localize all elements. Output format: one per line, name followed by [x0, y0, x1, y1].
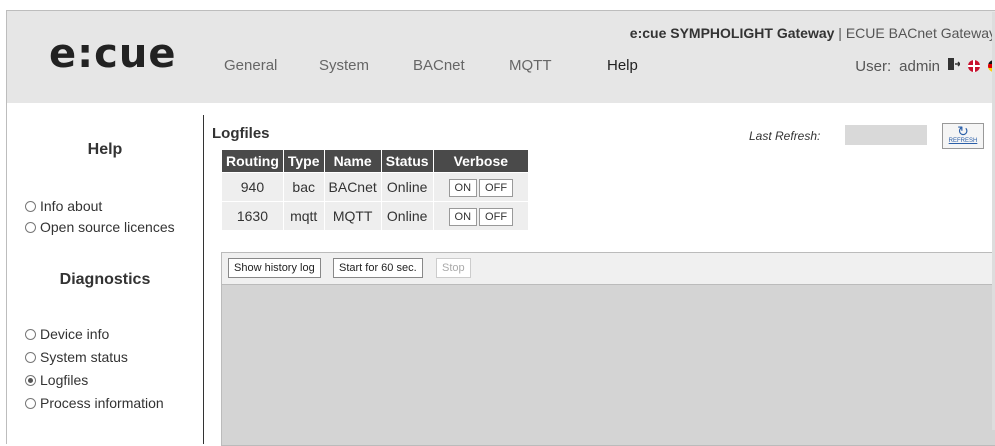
- verbose-off-button[interactable]: OFF: [479, 207, 514, 226]
- show-history-log-button[interactable]: Show history log: [228, 258, 321, 278]
- header: e:cue General System BACnet MQTT Help e:…: [7, 11, 995, 103]
- radio-icon: [25, 374, 36, 386]
- verbose-off-button[interactable]: OFF: [479, 178, 514, 197]
- table-row: 1630 mqtt MQTT Online ON OFF: [221, 201, 530, 231]
- cell-routing: 940: [221, 172, 284, 202]
- cell-verbose: ON OFF: [432, 201, 530, 231]
- radio-label: Process information: [40, 395, 164, 411]
- nav-system[interactable]: System: [319, 57, 369, 74]
- radio-info-about[interactable]: Info about: [25, 198, 102, 214]
- radio-process-information[interactable]: Process information: [25, 395, 164, 411]
- radio-icon: [25, 397, 36, 409]
- radio-open-source-licences[interactable]: Open source licences: [25, 219, 175, 235]
- table-row: 940 bac BACnet Online ON OFF: [221, 172, 530, 202]
- nav-general[interactable]: General: [224, 57, 277, 74]
- table-header-row: Routing Type Name Status Verbose: [221, 149, 530, 173]
- product-name: e:cue SYMPHOLIGHT Gateway: [629, 25, 835, 41]
- refresh-button[interactable]: ↻ REFRESH: [942, 123, 984, 149]
- ecue-logo: e:cue: [49, 31, 177, 77]
- user-name: admin: [899, 57, 940, 75]
- logfiles-table: Routing Type Name Status Verbose 940 bac…: [221, 149, 530, 231]
- sidebar: Help Info about Open source licences Dia…: [7, 115, 204, 444]
- product-title: e:cue SYMPHOLIGHT Gateway | ECUE BACnet …: [630, 25, 995, 41]
- verbose-on-button[interactable]: ON: [448, 178, 478, 197]
- log-toolbar: Show history log Start for 60 sec. Stop: [222, 253, 995, 285]
- radio-label: Info about: [40, 198, 103, 214]
- user-label: User:: [855, 57, 892, 75]
- nav-bacnet[interactable]: BACnet: [413, 57, 465, 74]
- help-section-title: Help: [87, 141, 123, 158]
- radio-icon: [25, 200, 36, 212]
- user-area: User: admin: [855, 57, 995, 75]
- column-header: Verbose: [432, 149, 530, 173]
- cell-status: Online: [380, 201, 434, 231]
- product-subtitle: | ECUE BACnet Gateway: [834, 25, 995, 41]
- column-header: Routing: [221, 149, 284, 173]
- nav-help[interactable]: Help: [607, 57, 638, 74]
- cell-routing: 1630: [221, 201, 284, 231]
- column-header: Name: [323, 149, 382, 173]
- cell-type: bac: [282, 172, 325, 202]
- cell-name: BACnet: [323, 172, 382, 202]
- radio-device-info[interactable]: Device info: [25, 326, 109, 342]
- last-refresh-value: [845, 125, 927, 145]
- page-title: Logfiles: [212, 125, 270, 142]
- verbose-on-button[interactable]: ON: [448, 207, 478, 226]
- radio-label: Device info: [40, 326, 110, 342]
- cell-status: Online: [380, 172, 434, 202]
- app-frame: e:cue General System BACnet MQTT Help e:…: [6, 10, 995, 446]
- column-header: Status: [380, 149, 434, 173]
- log-panel: Show history log Start for 60 sec. Stop: [221, 252, 995, 446]
- refresh-button-label: REFRESH: [948, 138, 978, 144]
- diagnostics-section-title: Diagnostics: [59, 271, 151, 288]
- start-logging-button[interactable]: Start for 60 sec.: [333, 258, 423, 278]
- logout-icon[interactable]: [948, 57, 961, 75]
- cell-name: MQTT: [323, 201, 382, 231]
- refresh-icon: ↻: [957, 123, 969, 139]
- radio-label: System status: [40, 349, 128, 365]
- radio-icon: [25, 221, 36, 233]
- last-refresh-label: Last Refresh:: [749, 129, 821, 143]
- main-content: Logfiles Last Refresh: ↻ REFRESH Routing…: [204, 115, 995, 446]
- radio-label: Logfiles: [40, 372, 89, 388]
- stop-logging-button[interactable]: Stop: [436, 258, 471, 278]
- log-output-area[interactable]: [222, 285, 995, 445]
- nav-mqtt[interactable]: MQTT: [509, 57, 552, 74]
- radio-system-status[interactable]: System status: [25, 349, 128, 365]
- radio-icon: [25, 351, 36, 363]
- english-flag-icon[interactable]: [968, 60, 980, 72]
- cell-type: mqtt: [282, 201, 325, 231]
- column-header: Type: [282, 149, 325, 173]
- radio-icon: [25, 328, 36, 340]
- radio-label: Open source licences: [40, 219, 175, 235]
- cell-verbose: ON OFF: [432, 172, 530, 202]
- radio-logfiles[interactable]: Logfiles: [25, 372, 88, 388]
